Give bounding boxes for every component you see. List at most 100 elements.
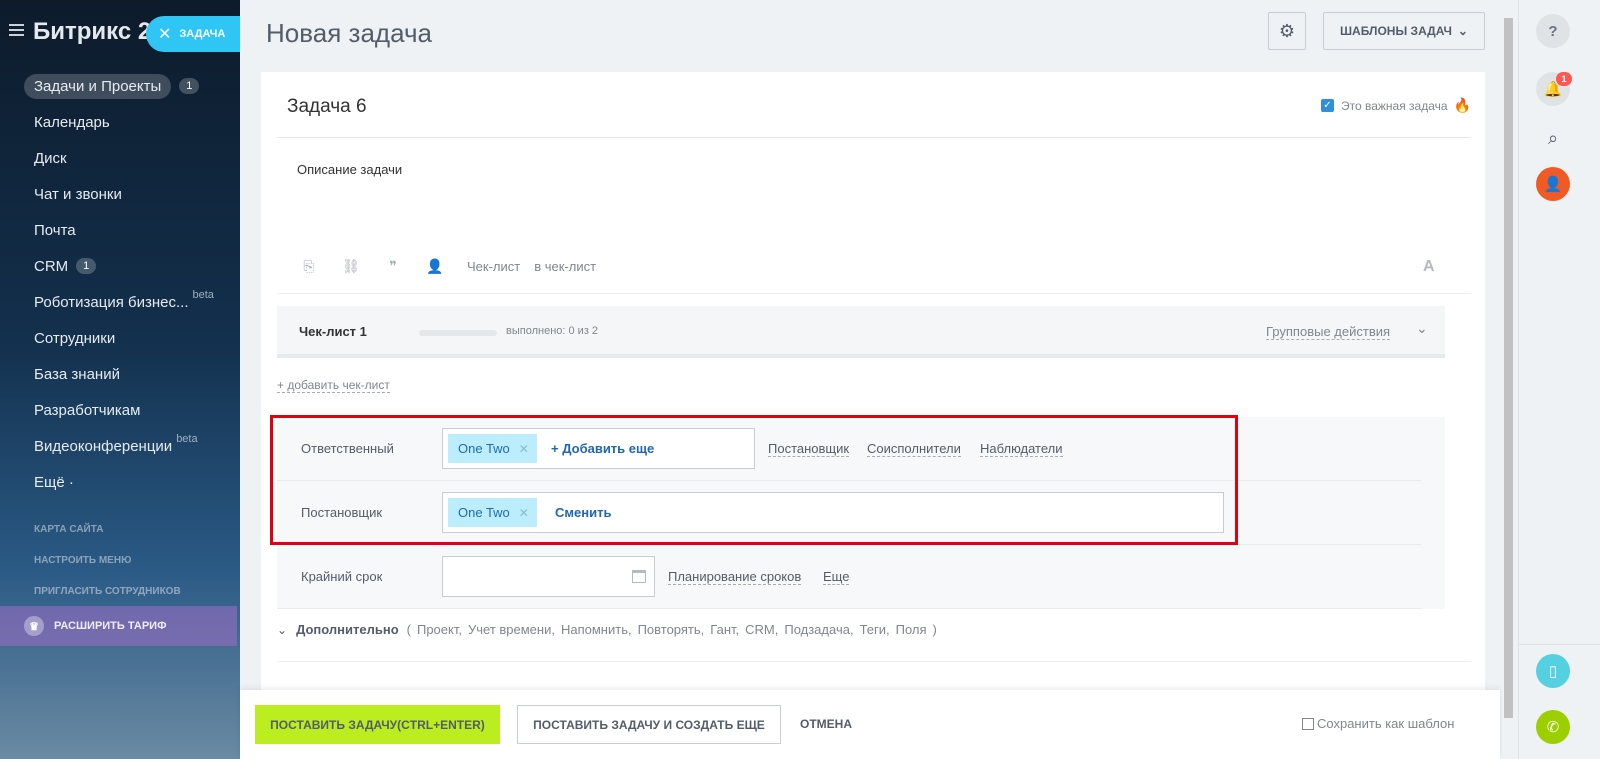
remove-icon[interactable]: ✕ (519, 442, 529, 456)
divider (1519, 644, 1600, 645)
mention-user-icon[interactable]: 👤 (425, 258, 445, 275)
sidebar-item-label: Календарь (34, 113, 110, 131)
divider (277, 661, 1471, 662)
submit-task-button[interactable]: ПОСТАВИТЬ ЗАДАЧУ(CTRL+ENTER) (255, 705, 500, 744)
sidebar-nav: Задачи и Проекты 1 Календарь Диск Чат и … (0, 68, 240, 500)
add-checklist-link[interactable]: + добавить чек-лист (277, 378, 390, 393)
responsible-row: Ответственный One Two ✕ + Добавить еще П… (277, 417, 1421, 481)
user-chip[interactable]: One Two ✕ (448, 498, 537, 527)
beta-tag: beta (176, 433, 198, 445)
more-deadline-link[interactable]: Еще (823, 569, 850, 585)
sidebar-item-video[interactable]: Видеоконференции beta (0, 428, 240, 464)
checklist-toolbar-link[interactable]: Чек-лист (467, 259, 520, 274)
task-description-editor[interactable]: Описание задачи (297, 162, 402, 177)
deadline-label: Крайний срок (301, 569, 383, 584)
additional-open-paren: ( (406, 622, 411, 637)
user-avatar-icon[interactable]: 👤 (1536, 167, 1570, 201)
task-title-row: Задача 6 ✓ Это важная задача 🔥 (277, 72, 1471, 138)
sidebar-header: Битрикс 24 ✕ ЗАДАЧА (0, 14, 240, 52)
sidebar-item-tasks[interactable]: Задачи и Проекты 1 (0, 68, 240, 104)
scrollbar[interactable] (1502, 0, 1515, 759)
sidebar-item-more[interactable]: Ещё · (0, 464, 240, 500)
additional-item[interactable]: Гант, (710, 622, 739, 637)
to-checklist-toolbar-link[interactable]: в чек-лист (534, 259, 596, 274)
additional-item[interactable]: Напомнить, (561, 622, 632, 637)
calendar-icon[interactable] (632, 570, 646, 583)
additional-section[interactable]: ⌄ Дополнительно ( Проект, Учет времени, … (277, 622, 943, 637)
additional-item[interactable]: Повторять, (638, 622, 705, 637)
creator-field[interactable]: One Two ✕ Сменить (442, 492, 1224, 533)
deadline-input[interactable] (442, 556, 655, 597)
creator-row: Постановщик One Two ✕ Сменить (277, 481, 1421, 545)
sidebar-item-developers[interactable]: Разработчикам (0, 392, 240, 428)
text-format-icon[interactable]: A (1423, 258, 1435, 276)
add-more-link[interactable]: + Добавить еще (551, 441, 654, 456)
configure-menu-link[interactable]: НАСТРОИТЬ МЕНЮ (34, 555, 131, 566)
search-icon[interactable]: ⌕ (1536, 121, 1570, 155)
task-templates-button[interactable]: ШАБЛОНЫ ЗАДАЧ ⌄ (1323, 12, 1485, 50)
sidebar-item-crm[interactable]: CRM 1 (0, 248, 240, 284)
user-chip[interactable]: One Two ✕ (448, 434, 537, 463)
remove-icon[interactable]: ✕ (519, 506, 529, 520)
phone-icon[interactable]: ✆ (1536, 710, 1570, 744)
upgrade-label: РАСШИРИТЬ ТАРИФ (54, 620, 167, 632)
task-title-input[interactable]: Задача 6 (287, 96, 367, 118)
group-actions-link[interactable]: Групповые действия (1266, 324, 1391, 340)
additional-item[interactable]: Проект, (417, 622, 462, 637)
observers-link[interactable]: Наблюдатели (980, 441, 1063, 457)
upgrade-plan-button[interactable]: ♛ РАСШИРИТЬ ТАРИФ (0, 606, 237, 646)
checklist-title[interactable]: Чек-лист 1 (299, 324, 367, 339)
sidebar-item-knowledge[interactable]: База знаний (0, 356, 240, 392)
creator-link[interactable]: Постановщик (768, 441, 850, 457)
help-icon[interactable]: ? (1536, 14, 1570, 48)
quote-icon[interactable]: ❞ (383, 258, 403, 275)
invite-users-link[interactable]: ПРИГЛАСИТЬ СОТРУДНИКОВ (34, 586, 181, 597)
sidebar-item-employees[interactable]: Сотрудники (0, 320, 240, 356)
important-toggle[interactable]: ✓ Это важная задача 🔥 (1320, 97, 1471, 114)
link-icon[interactable]: ⛓ (341, 258, 361, 275)
save-as-template-toggle[interactable]: Сохранить как шаблон (1302, 716, 1454, 731)
sidebar-item-chat[interactable]: Чат и звонки (0, 176, 240, 212)
sidebar-item-label: Диск (34, 149, 67, 167)
sitemap-link[interactable]: КАРТА САЙТА (34, 524, 103, 535)
main-area: Новая задача ⚙ ШАБЛОНЫ ЗАДАЧ ⌄ Задача 6 … (240, 0, 1518, 759)
right-rail: ? 🔔 1 ⌕ 👤 ▯ ✆ (1518, 0, 1600, 759)
templates-label: ШАБЛОНЫ ЗАДАЧ (1340, 24, 1452, 38)
settings-button[interactable]: ⚙ (1268, 12, 1306, 50)
task-form: Задача 6 ✓ Это важная задача 🔥 Описание … (261, 72, 1485, 690)
fire-icon: 🔥 (1453, 97, 1471, 113)
checkbox[interactable] (1302, 717, 1314, 730)
sidebar-item-label: База знаний (34, 365, 120, 383)
sidebar-item-automation[interactable]: Роботизация бизнес... beta (0, 284, 240, 320)
notification-badge: 1 (1556, 72, 1572, 86)
user-chip-label: One Two (458, 505, 510, 520)
additional-item[interactable]: CRM, (745, 622, 778, 637)
additional-item[interactable]: Поля (896, 622, 927, 637)
additional-item[interactable]: Подзадача, (784, 622, 853, 637)
checklist-progress-text: выполнено: 0 из 2 (506, 325, 599, 337)
additional-item[interactable]: Теги, (860, 622, 890, 637)
cancel-button[interactable]: ОТМЕНА (800, 717, 852, 731)
close-task-button[interactable]: ✕ ЗАДАЧА (146, 16, 240, 52)
sidebar-item-disk[interactable]: Диск (0, 140, 240, 176)
close-icon: ✕ (158, 26, 172, 43)
responsible-field[interactable]: One Two ✕ + Добавить еще (442, 428, 755, 469)
scrollbar-thumb[interactable] (1504, 18, 1513, 718)
accomplices-link[interactable]: Соисполнители (867, 441, 961, 457)
chevron-down-icon: ⌄ (277, 622, 288, 637)
sidebar-item-label: CRM (34, 257, 69, 275)
chevron-down-icon[interactable]: ⌄ (1416, 320, 1428, 337)
submit-and-create-button[interactable]: ПОСТАВИТЬ ЗАДАЧУ И СОЗДАТЬ ЕЩЕ (517, 705, 781, 744)
menu-icon[interactable] (9, 24, 24, 36)
sidebar-item-label: Разработчикам (34, 401, 141, 419)
sidebar-item-calendar[interactable]: Календарь (0, 104, 240, 140)
time-planning-link[interactable]: Планирование сроков (668, 569, 802, 585)
additional-title: Дополнительно (296, 622, 399, 637)
checkbox-checked-icon[interactable]: ✓ (1320, 99, 1334, 112)
sidebar-item-mail[interactable]: Почта (0, 212, 240, 248)
brand-logo[interactable]: Битрикс 24 (33, 18, 165, 46)
additional-item[interactable]: Учет времени, (468, 622, 555, 637)
change-link[interactable]: Сменить (555, 505, 611, 520)
attach-file-icon[interactable]: ⎘ (299, 258, 319, 275)
mobile-app-icon[interactable]: ▯ (1536, 654, 1570, 688)
